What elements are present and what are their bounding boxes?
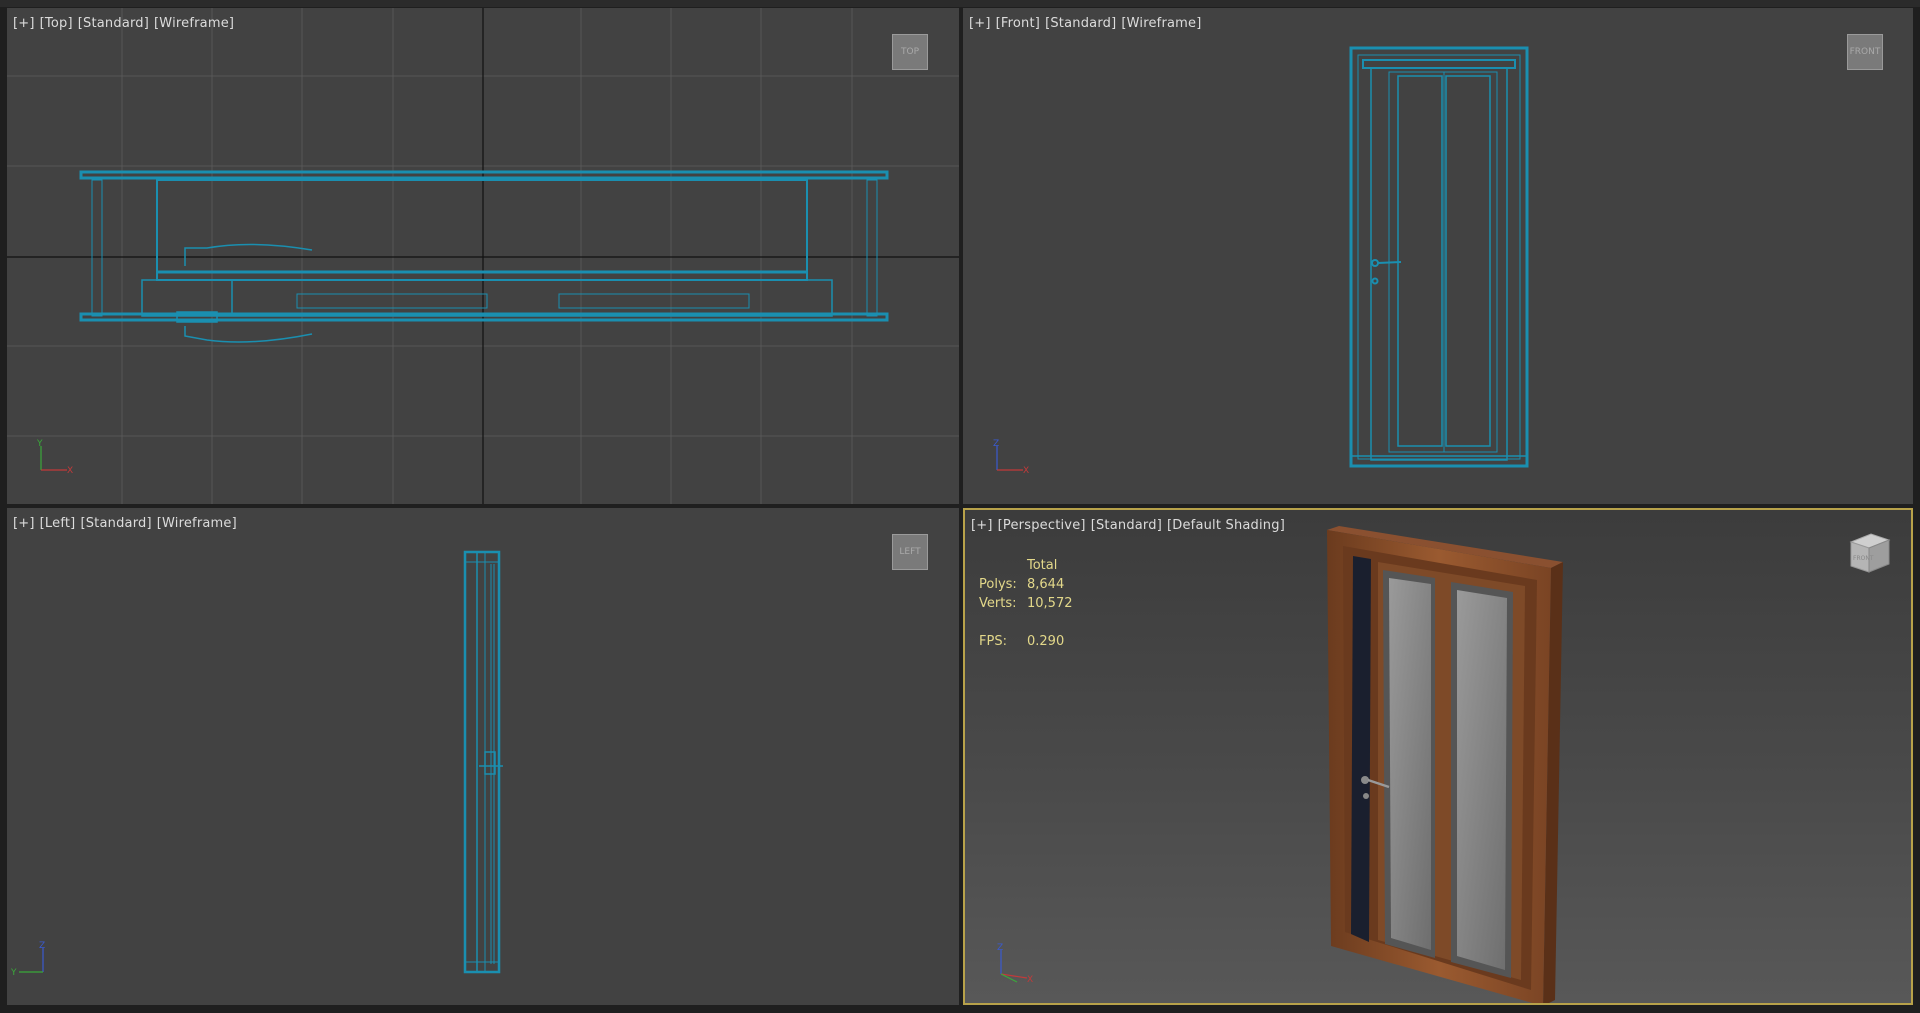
svg-text:Y: Y <box>36 439 43 449</box>
verts-label: Verts: <box>979 596 1017 611</box>
svg-text:X: X <box>67 466 73 476</box>
svg-text:X: X <box>1027 975 1033 985</box>
perspective-door-render <box>1327 526 1563 1003</box>
front-wireframe-canvas <box>1349 46 1529 468</box>
axis-tripod-top-icon: Y X <box>36 439 73 476</box>
door-left-wire <box>463 550 503 974</box>
svg-text:Y: Y <box>11 968 17 978</box>
svg-text:X: X <box>1023 466 1029 476</box>
viewport-top-label[interactable]: [+] [Top] [Standard] [Wireframe] <box>13 16 239 31</box>
top-wireframe-canvas <box>7 8 959 504</box>
viewcube-front-label: FRONT <box>1849 47 1881 57</box>
polys-value: 8,644 <box>1027 577 1065 592</box>
fps-label: FPS: <box>979 634 1007 649</box>
stats-header: Total <box>1027 558 1058 573</box>
world-axes <box>7 8 959 504</box>
viewcube-top[interactable]: TOP <box>892 34 928 70</box>
axis-tripod-perspective-icon: Z X <box>997 943 1033 985</box>
viewcube-left[interactable]: LEFT <box>892 534 928 570</box>
viewport-top[interactable]: [+] [Top] [Standard] [Wireframe] TOP Y X <box>7 8 959 504</box>
svg-text:Z: Z <box>993 439 999 449</box>
verts-value: 10,572 <box>1027 596 1073 611</box>
viewport-perspective-label[interactable]: [+] [Perspective] [Standard] [Default Shadi… <box>971 518 1290 533</box>
viewcube-top-label: TOP <box>900 47 919 57</box>
viewport-front[interactable]: [+] [Front] [Standard] [Wireframe] FRONT Z … <box>963 8 1913 504</box>
svg-text:Z: Z <box>997 943 1003 953</box>
fps-value: 0.290 <box>1027 634 1065 649</box>
door-3d <box>1327 526 1563 1003</box>
axis-tripod-left-icon: Z Y <box>11 941 45 978</box>
door-front-wire <box>1349 46 1529 468</box>
scene-statistics: Total Polys: 8,644 Verts: 10,572 FPS: 0.290 <box>979 556 1073 651</box>
viewport-left-label[interactable]: [+] [Left] [Standard] [Wireframe] <box>13 516 242 531</box>
top-toolbar-strip <box>0 0 1920 7</box>
svg-text:Z: Z <box>39 941 45 951</box>
viewcube-perspective-label: FRONT <box>1853 555 1874 562</box>
left-wireframe-canvas <box>463 550 503 974</box>
axis-tripod-front-icon: Z X <box>993 439 1029 476</box>
viewcube-perspective[interactable]: FRONT <box>1843 528 1893 578</box>
viewport-front-label[interactable]: [+] [Front] [Standard] [Wireframe] <box>969 16 1207 31</box>
viewcube-left-label: LEFT <box>899 547 921 557</box>
viewport-left[interactable]: [+] [Left] [Standard] [Wireframe] LEFT Z Y <box>7 508 959 1005</box>
viewport-perspective[interactable]: [+] [Perspective] [Standard] [Default Shadi… <box>963 508 1913 1005</box>
polys-label: Polys: <box>979 577 1017 592</box>
viewcube-front[interactable]: FRONT <box>1847 34 1883 70</box>
